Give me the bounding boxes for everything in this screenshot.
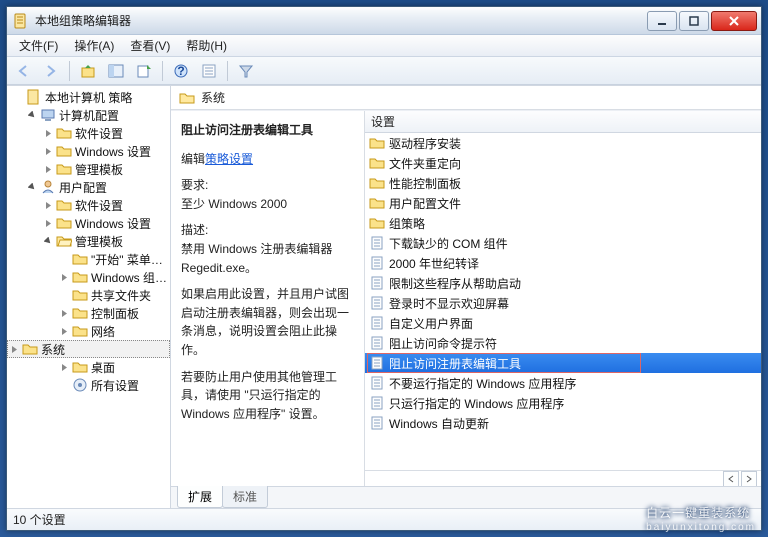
list-policy[interactable]: 阻止访问注册表编辑工具 [365, 353, 761, 373]
list-folder[interactable]: 性能控制面板 [365, 173, 761, 193]
filter-button[interactable] [234, 59, 258, 83]
statusbar: 10 个设置 [7, 508, 761, 530]
toolbar: ? [7, 57, 761, 85]
window: 本地组策略编辑器 文件(F) 操作(A) 查看(V) 帮助(H) ? 本地计算机… [6, 6, 762, 531]
folder-open-icon [179, 90, 195, 106]
folder-icon [72, 323, 88, 339]
detail-title: 阻止访问注册表编辑工具 [181, 121, 356, 140]
content-header: 系统 [171, 86, 761, 110]
window-title: 本地组策略编辑器 [35, 12, 647, 29]
forward-button[interactable] [39, 59, 63, 83]
list-policy[interactable]: 2000 年世纪转译 [365, 253, 761, 273]
menu-view[interactable]: 查看(V) [122, 35, 178, 56]
folder-icon [72, 269, 88, 285]
column-header-setting[interactable]: 设置 [365, 111, 761, 133]
tree-c-admin[interactable]: 管理模板 [7, 160, 170, 178]
computer-icon [40, 107, 56, 123]
tree-u-cpl[interactable]: 控制面板 [7, 304, 170, 322]
tab-extended[interactable]: 扩展 [177, 486, 223, 508]
tree-pane[interactable]: 本地计算机 策略 计算机配置 软件设置 Windows 设置 管理模板 用户配置… [7, 86, 171, 508]
tree-c-software[interactable]: 软件设置 [7, 124, 170, 142]
folder-icon [72, 287, 88, 303]
list-policy[interactable]: 下载缺少的 COM 组件 [365, 233, 761, 253]
list-folder[interactable]: 文件夹重定向 [365, 153, 761, 173]
maximize-button[interactable] [679, 11, 709, 31]
folder-icon [22, 341, 38, 357]
list-policy[interactable]: 自定义用户界面 [365, 313, 761, 333]
back-button[interactable] [11, 59, 35, 83]
list-policy[interactable]: 不要运行指定的 Windows 应用程序 [365, 373, 761, 393]
folder-icon [56, 215, 72, 231]
list-folder[interactable]: 组策略 [365, 213, 761, 233]
content-header-label: 系统 [201, 89, 225, 106]
folder-icon [72, 359, 88, 375]
detail-pane: 阻止访问注册表编辑工具 编辑策略设置 要求:至少 Windows 2000 描述… [171, 111, 365, 486]
folder-icon [56, 143, 72, 159]
req-text: 至少 Windows 2000 [181, 197, 287, 211]
folder-icon [72, 251, 88, 267]
tree-u-software[interactable]: 软件设置 [7, 196, 170, 214]
folder-open-icon [56, 233, 72, 249]
tree-u-admin[interactable]: 管理模板 [7, 232, 170, 250]
tree-u-desktop[interactable]: 桌面 [7, 358, 170, 376]
tree-root[interactable]: 本地计算机 策略 [7, 88, 170, 106]
show-hide-tree-button[interactable] [104, 59, 128, 83]
up-button[interactable] [76, 59, 100, 83]
close-button[interactable] [711, 11, 757, 31]
menu-action[interactable]: 操作(A) [66, 35, 122, 56]
svg-text:?: ? [177, 64, 184, 78]
titlebar[interactable]: 本地组策略编辑器 [7, 7, 761, 35]
tree-u-shared[interactable]: 共享文件夹 [7, 286, 170, 304]
tree-u-start[interactable]: "开始" 菜单… [7, 250, 170, 268]
settings-list[interactable]: 驱动程序安装文件夹重定向性能控制面板用户配置文件组策略下载缺少的 COM 组件2… [365, 133, 761, 470]
all-settings-icon [72, 377, 88, 393]
desc-label: 描述: [181, 223, 208, 237]
app-icon [13, 13, 29, 29]
tree-u-net[interactable]: 网络 [7, 322, 170, 340]
user-icon [40, 179, 56, 195]
tree-c-windows[interactable]: Windows 设置 [7, 142, 170, 160]
tree-computer-config[interactable]: 计算机配置 [7, 106, 170, 124]
tab-standard[interactable]: 标准 [222, 486, 268, 508]
list-policy[interactable]: 阻止访问命令提示符 [365, 333, 761, 353]
folder-icon [56, 161, 72, 177]
policy-root-icon [26, 89, 42, 105]
folder-icon [72, 305, 88, 321]
tree-user-config[interactable]: 用户配置 [7, 178, 170, 196]
edit-policy-link[interactable]: 策略设置 [205, 152, 253, 166]
status-text: 10 个设置 [13, 511, 66, 528]
list-policy[interactable]: 只运行指定的 Windows 应用程序 [365, 393, 761, 413]
tree-u-wincomp[interactable]: Windows 组… [7, 268, 170, 286]
help-button[interactable]: ? [169, 59, 193, 83]
list-policy[interactable]: 登录时不显示欢迎屏幕 [365, 293, 761, 313]
scroll-right-button[interactable] [741, 471, 757, 486]
list-policy[interactable]: 限制这些程序从帮助启动 [365, 273, 761, 293]
list-policy[interactable]: Windows 自动更新 [365, 413, 761, 433]
folder-icon [56, 125, 72, 141]
menu-help[interactable]: 帮助(H) [178, 35, 235, 56]
list-folder[interactable]: 用户配置文件 [365, 193, 761, 213]
menubar: 文件(F) 操作(A) 查看(V) 帮助(H) [7, 35, 761, 57]
properties-button[interactable] [197, 59, 221, 83]
tree-u-all[interactable]: 所有设置 [7, 376, 170, 394]
scroll-left-button[interactable] [723, 471, 739, 486]
tabs: 扩展 标准 [171, 486, 761, 508]
menu-file[interactable]: 文件(F) [11, 35, 66, 56]
folder-icon [56, 197, 72, 213]
list-folder[interactable]: 驱动程序安装 [365, 133, 761, 153]
export-list-button[interactable] [132, 59, 156, 83]
minimize-button[interactable] [647, 11, 677, 31]
tree-u-system[interactable]: 系统 [7, 340, 170, 358]
req-label: 要求: [181, 178, 208, 192]
tree-u-windows[interactable]: Windows 设置 [7, 214, 170, 232]
